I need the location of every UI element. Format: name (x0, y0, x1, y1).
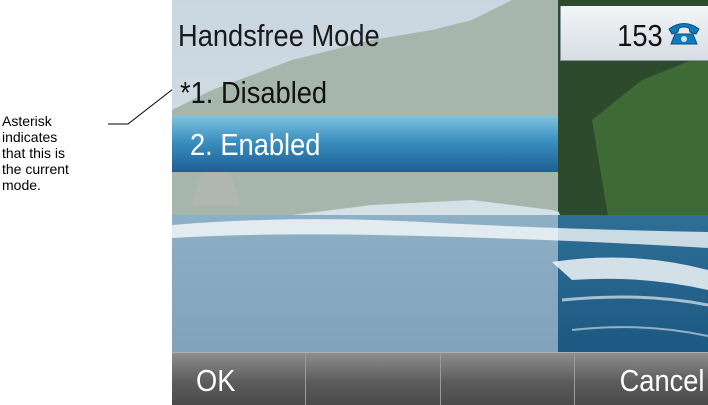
annotation-line-3: that this is (2, 145, 66, 161)
extension-number: 153 (617, 18, 663, 53)
annotation-line-5: mode. (2, 177, 41, 193)
menu-item-enabled[interactable]: 2. Enabled (172, 116, 558, 172)
menu-item-label: 2. Enabled (190, 127, 321, 162)
extension-status-box: 153 (560, 6, 708, 61)
phone-handset-icon (668, 23, 700, 45)
cancel-softkey-label: Cancel (619, 363, 704, 398)
ok-softkey-label: OK (196, 363, 236, 398)
softkey-bar: OK Cancel (172, 352, 708, 405)
menu-item-disabled[interactable]: *1. Disabled (172, 64, 558, 120)
phone-screen: Handsfree Mode 153 *1. Disabled 2. Enabl… (172, 0, 708, 405)
blank-softkey-3[interactable] (441, 353, 575, 405)
cancel-softkey[interactable]: Cancel (575, 353, 708, 405)
ok-softkey[interactable]: OK (172, 353, 307, 405)
menu-item-label: *1. Disabled (180, 75, 328, 110)
screen-title: Handsfree Mode (178, 18, 380, 53)
blank-softkey-2[interactable] (306, 353, 441, 405)
annotation-callout: Asterisk indicates that this is the curr… (2, 113, 102, 193)
annotation-line-4: the current (2, 161, 69, 177)
annotation-line-1: Asterisk (2, 113, 52, 129)
annotation-line-2: indicates (2, 129, 58, 145)
